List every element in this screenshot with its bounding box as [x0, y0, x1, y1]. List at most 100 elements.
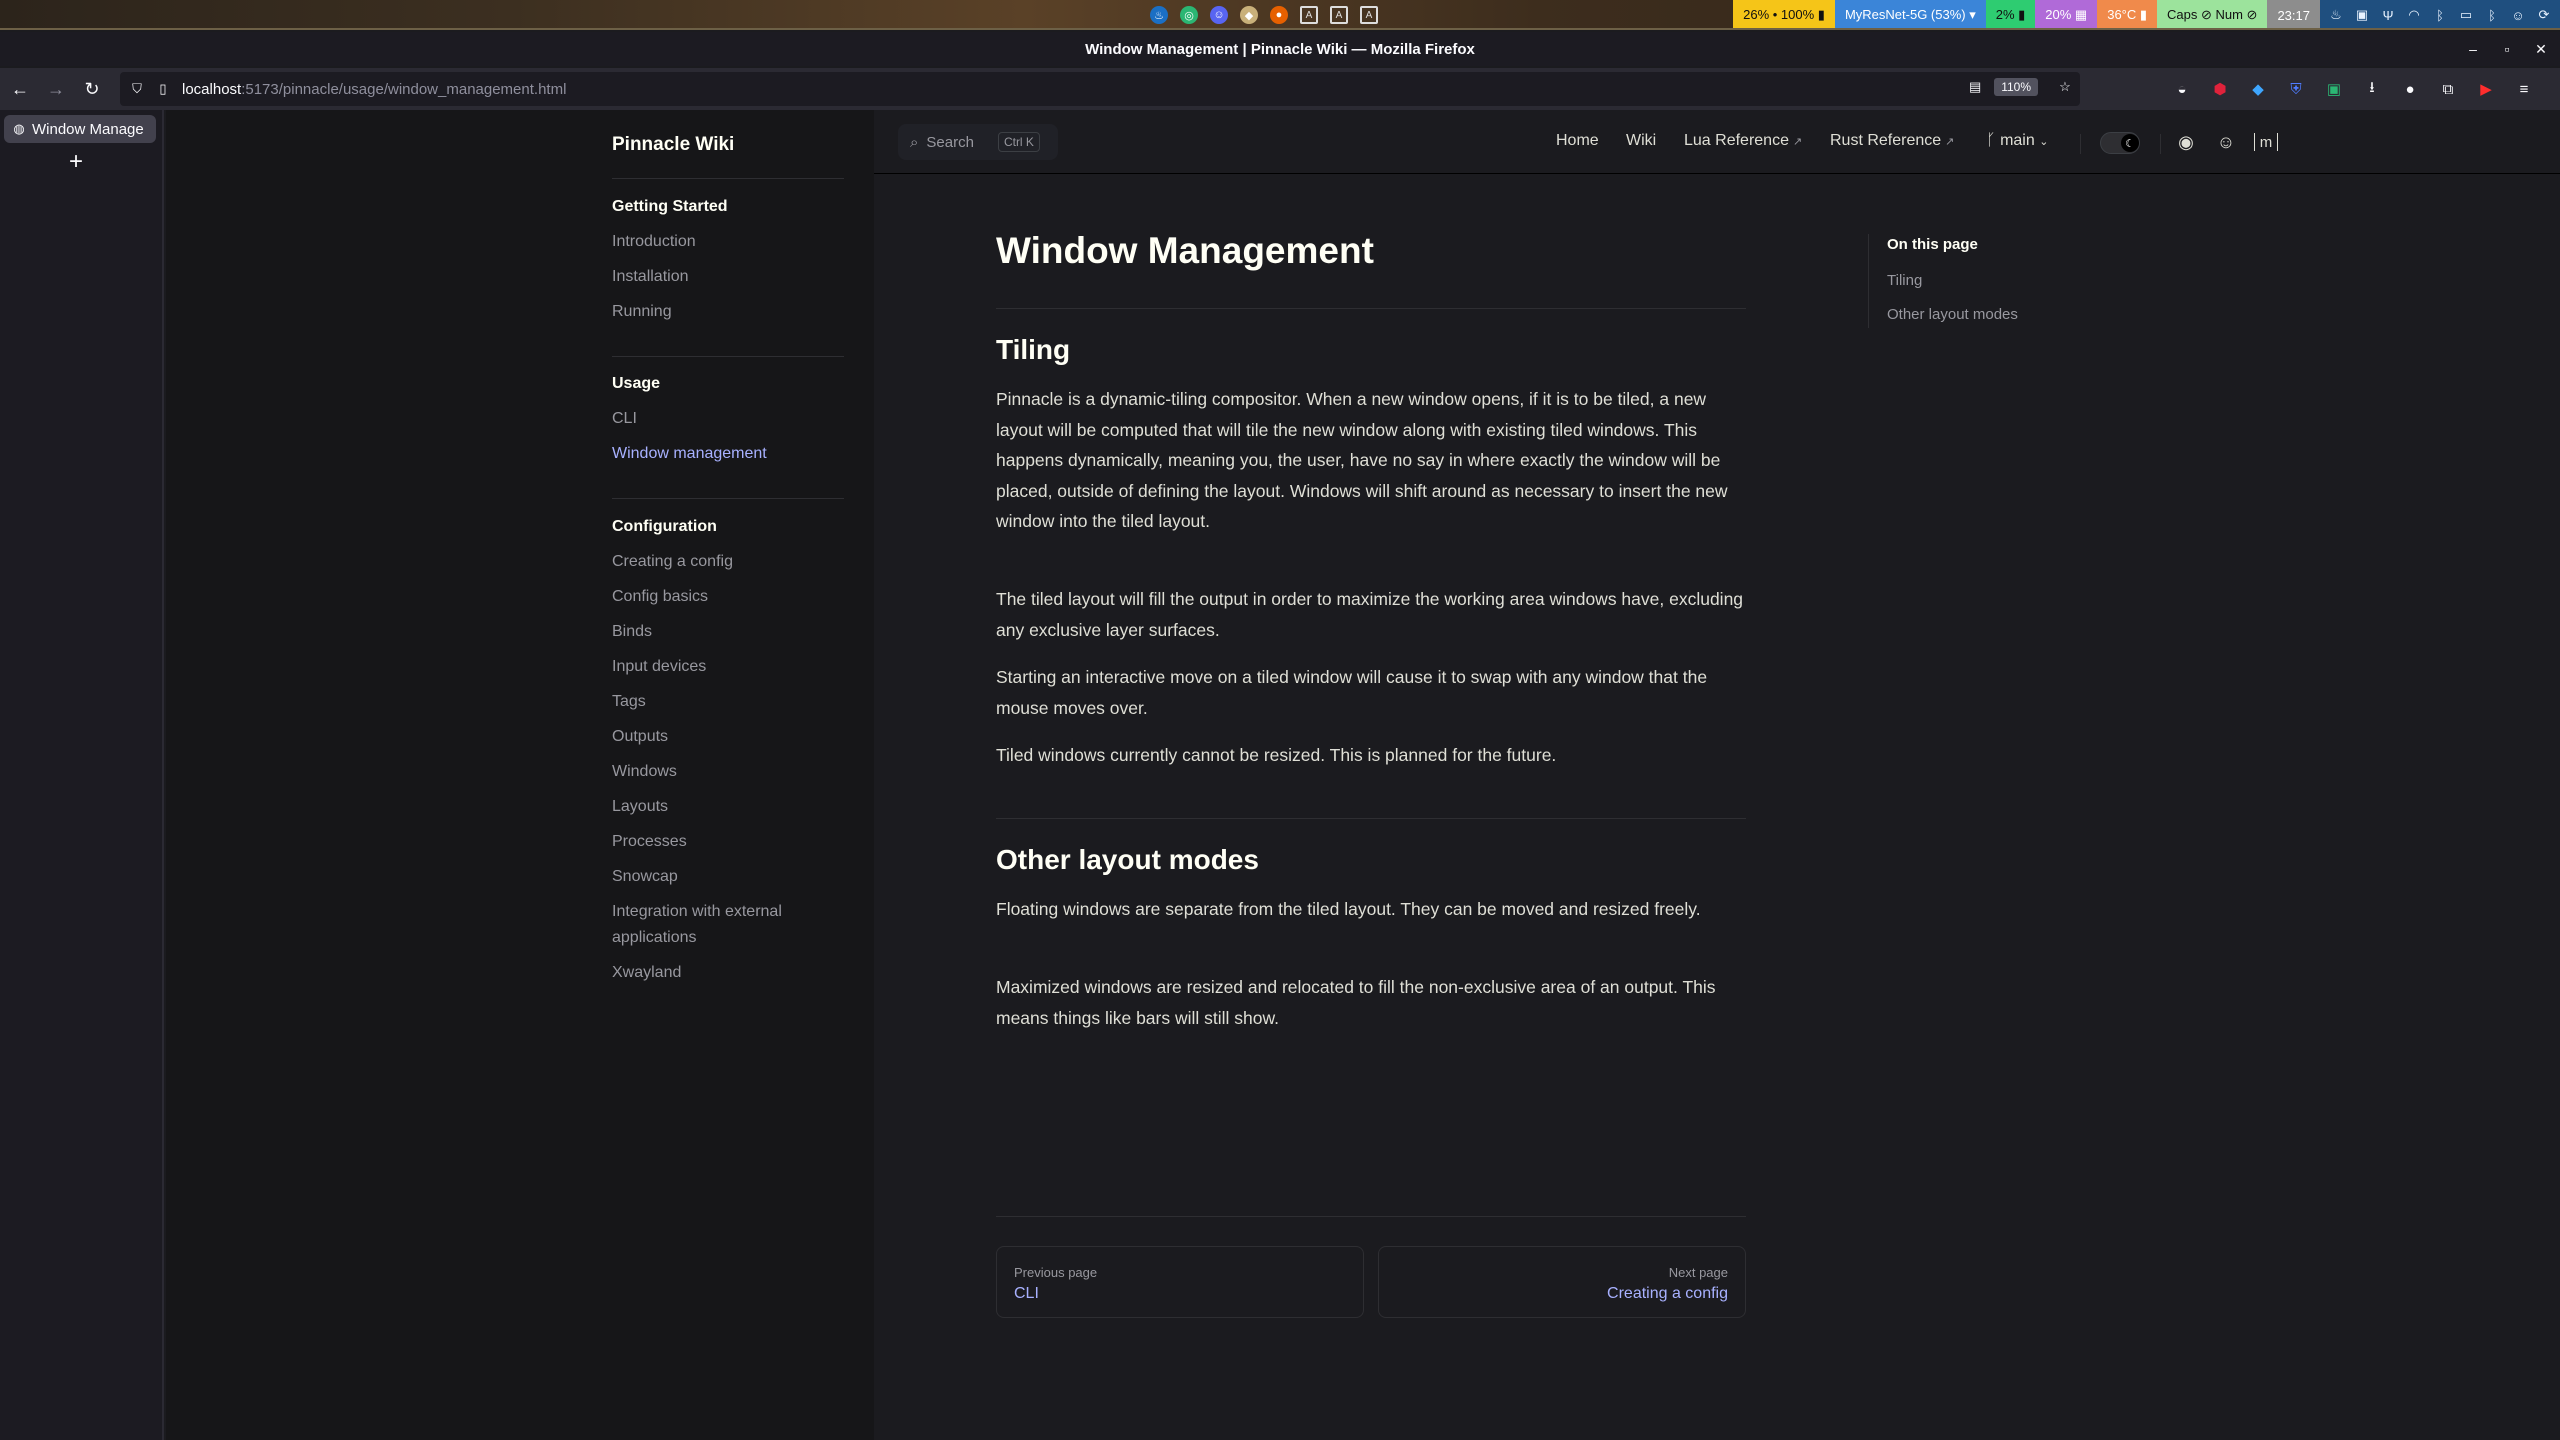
outline-link-other-layout-modes[interactable]: Other layout modes: [1887, 306, 2018, 323]
reader-mode-icon[interactable]: ▤: [1966, 78, 1984, 96]
card-icon[interactable]: ▭: [2458, 7, 2474, 23]
keyboard-lock-module[interactable]: Caps ⊘ Num ⊘: [2157, 0, 2268, 28]
system-tray: ♨ ▣ Ψ ◠ ᛒ ▭ ᛒ ☺ ⟳: [2320, 0, 2560, 28]
sidebar-item-config-basics[interactable]: Config basics: [612, 584, 852, 610]
url-bar[interactable]: ⛉ ▯ localhost:5173/pinnacle/usage/window…: [120, 72, 2080, 106]
nav-wiki[interactable]: Wiki: [1626, 132, 1656, 150]
new-tab-button[interactable]: +: [62, 148, 90, 176]
nav-divider: [2160, 134, 2161, 154]
search-button[interactable]: ⌕ Search Ctrl K: [898, 124, 1058, 160]
zoom-level-badge[interactable]: 110%: [1994, 78, 2038, 96]
nav-lua-reference[interactable]: Lua Reference ↗: [1684, 132, 1802, 150]
sidebar-item-installation[interactable]: Installation: [612, 264, 852, 290]
sidebar-item-input-devices[interactable]: Input devices: [612, 654, 852, 680]
app-icon[interactable]: ◆: [1240, 6, 1258, 24]
matrix-icon[interactable]: m: [2254, 133, 2278, 151]
sidebar-item-xwayland[interactable]: Xwayland: [612, 960, 852, 986]
heading-tiling: Tiling: [996, 334, 1071, 365]
font-icon-b[interactable]: A: [1330, 6, 1348, 24]
volume-brightness-module[interactable]: 26% • 100% ▮: [1733, 0, 1835, 28]
site-title[interactable]: Pinnacle Wiki: [612, 134, 734, 156]
system-status-bar: ♨ ◎ ☺ ◆ ● A A A 26% • 100% ▮ MyResNet-5G…: [0, 0, 2560, 30]
bookmark-star-icon[interactable]: ☆: [2056, 78, 2074, 96]
docs-sidebar: Pinnacle Wiki Getting Started Introducti…: [166, 110, 874, 1440]
sidebar-divider: [612, 356, 844, 357]
steam-icon[interactable]: ♨: [2328, 7, 2344, 23]
gem-icon[interactable]: ◆: [2246, 77, 2270, 101]
steam-icon[interactable]: ♨: [1150, 6, 1168, 24]
clock-module[interactable]: 23:17: [2267, 0, 2320, 28]
previous-page-link[interactable]: Previous page CLI: [996, 1246, 1364, 1318]
sidebar-item-creating-a-config[interactable]: Creating a config: [612, 549, 852, 575]
nav-divider: [2080, 134, 2081, 154]
download-icon[interactable]: ⭳: [2360, 77, 2384, 101]
url-host: localhost: [182, 80, 242, 98]
update-icon[interactable]: ⟳: [2536, 7, 2552, 23]
ublock-icon[interactable]: ⬢: [2208, 77, 2232, 101]
globe-icon: ◍: [13, 121, 25, 136]
cpu-module[interactable]: 2% ▮: [1985, 0, 2036, 28]
sidebar-item-running[interactable]: Running: [612, 299, 852, 325]
github-icon[interactable]: ◉: [2174, 130, 2198, 154]
reload-button[interactable]: ↻: [76, 73, 108, 105]
temperature-module[interactable]: 36°C ▮: [2097, 0, 2158, 28]
discord-icon[interactable]: ☺: [1210, 6, 1228, 24]
url-bar-actions: ▤ 110% ☆: [1958, 78, 2074, 96]
shield-icon[interactable]: ⛉: [128, 80, 146, 98]
green-circle-icon[interactable]: ◎: [1180, 6, 1198, 24]
maximize-icon[interactable]: ▫: [2496, 38, 2518, 60]
bluetooth-icon[interactable]: ᛒ: [2484, 7, 2500, 23]
sidebar-item-integration[interactable]: Integration with external applications: [612, 899, 852, 951]
extensions-icon[interactable]: ⧉: [2436, 77, 2460, 101]
url-path: :5173/pinnacle/usage/window_management.h…: [241, 80, 567, 98]
discord-icon[interactable]: ☺: [2214, 130, 2238, 154]
nav-branch-dropdown[interactable]: ᚴ main ⌄: [1986, 132, 2048, 150]
sidebar-item-binds[interactable]: Binds: [612, 619, 852, 645]
page-icon[interactable]: ▯: [154, 80, 172, 98]
next-page-link[interactable]: Next page Creating a config: [1378, 1246, 1746, 1318]
firefox-icon[interactable]: ●: [1270, 6, 1288, 24]
wifi-icon[interactable]: ◠: [2406, 7, 2422, 23]
outline-link-tiling[interactable]: Tiling: [1887, 272, 1922, 289]
memory-module[interactable]: 20% ▦: [2035, 0, 2098, 28]
discord-icon[interactable]: ☺: [2510, 7, 2526, 23]
tab-window-management[interactable]: ◍ Window Manage: [4, 115, 156, 143]
network-module[interactable]: MyResNet-5G (53%) ▾: [1834, 0, 1986, 28]
sidebar-item-processes[interactable]: Processes: [612, 829, 852, 855]
sidebar-item-layouts[interactable]: Layouts: [612, 794, 852, 820]
back-button[interactable]: ←: [4, 73, 36, 105]
youtube-icon[interactable]: ▶: [2474, 77, 2498, 101]
fork-icon[interactable]: Ψ: [2380, 7, 2396, 23]
heading-divider: [996, 308, 1746, 309]
theme-toggle[interactable]: ☾: [2100, 132, 2140, 154]
nav-rust-reference[interactable]: Rust Reference ↗: [1830, 132, 1954, 150]
footer-divider: [996, 1216, 1746, 1217]
font-icon-a[interactable]: A: [1300, 6, 1318, 24]
bitwarden-icon[interactable]: ⛨: [2284, 77, 2308, 101]
close-icon[interactable]: ✕: [2530, 38, 2552, 60]
forward-button[interactable]: →: [40, 73, 72, 105]
sidebar-item-outputs[interactable]: Outputs: [612, 724, 852, 750]
sidebar-item-window-management[interactable]: Window management: [612, 441, 852, 467]
incognito-icon[interactable]: ◒: [2170, 77, 2194, 101]
docker-icon[interactable]: ▣: [2354, 7, 2370, 23]
sidebar-item-introduction[interactable]: Introduction: [612, 229, 852, 255]
nav-lua-reference-label: Lua Reference: [1684, 132, 1789, 149]
menu-icon[interactable]: ≡: [2512, 77, 2536, 101]
page-title: Window Management: [996, 230, 1374, 271]
extension-icons: ◒ ⬢ ◆ ⛨ ▣ ⭳ ● ⧉ ▶ ≡: [2170, 77, 2536, 101]
font-icon-c[interactable]: A: [1360, 6, 1378, 24]
minimize-icon[interactable]: –: [2462, 38, 2484, 60]
bluetooth-icon[interactable]: ᛒ: [2432, 7, 2448, 23]
sidebar-item-snowcap[interactable]: Snowcap: [612, 864, 852, 890]
pager-next-title: Creating a config: [1607, 1285, 1728, 1302]
sidebar-item-windows[interactable]: Windows: [612, 759, 852, 785]
url-text[interactable]: localhost:5173/pinnacle/usage/window_man…: [182, 81, 566, 98]
extension-badge-icon[interactable]: ▣: [2322, 77, 2346, 101]
sidebar-item-cli[interactable]: CLI: [612, 406, 852, 432]
sidebar-item-tags[interactable]: Tags: [612, 689, 852, 715]
account-icon[interactable]: ●: [2398, 77, 2422, 101]
search-icon: ⌕: [910, 133, 919, 151]
sidebar-group-usage: Usage: [612, 375, 661, 392]
nav-home[interactable]: Home: [1556, 132, 1599, 150]
